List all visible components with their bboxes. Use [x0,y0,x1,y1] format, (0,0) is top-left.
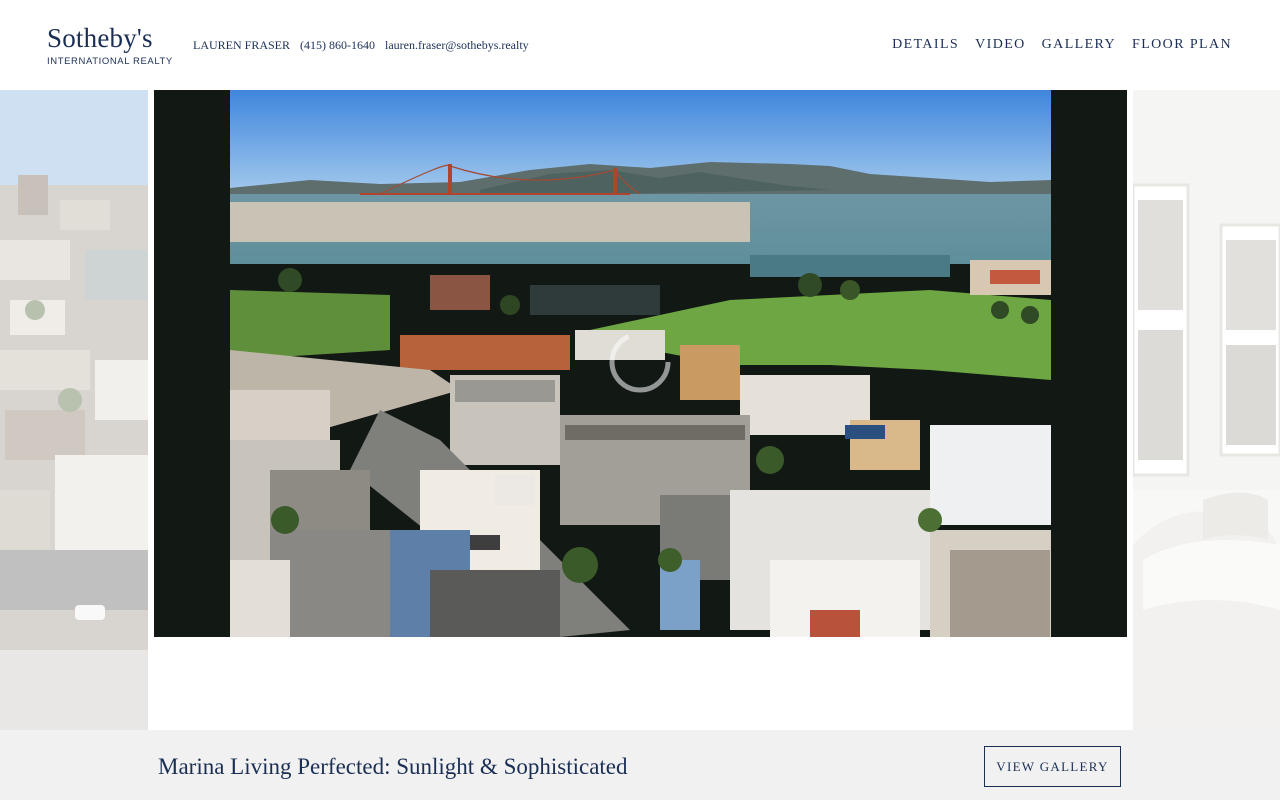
agent-contact: LAUREN FRASER (415) 860-1640 lauren.fras… [193,38,536,53]
agent-name: LAUREN FRASER [193,38,291,52]
agent-phone[interactable]: (415) 860-1640 [300,38,375,52]
main-nav: DETAILS VIDEO GALLERY FLOOR PLAN [892,37,1232,53]
site-header: Sotheby's INTERNATIONAL REALTY LAUREN FR… [0,0,1280,90]
nav-video[interactable]: VIDEO [975,37,1026,53]
nav-details[interactable]: DETAILS [892,37,959,53]
aerial-marina-photo[interactable] [230,90,1051,637]
logo-wordmark: Sotheby's [47,23,153,53]
listing-title: Marina Living Perfected: Sunlight & Soph… [158,754,628,779]
nav-gallery[interactable]: GALLERY [1042,37,1116,53]
previous-photo[interactable] [0,90,148,730]
gallery-carousel [0,90,1280,730]
next-photo[interactable] [1133,90,1280,730]
sothebys-logo[interactable]: Sotheby's INTERNATIONAL REALTY [47,24,173,67]
logo-subtitle: INTERNATIONAL REALTY [47,56,173,67]
agent-email[interactable]: lauren.fraser@sothebys.realty [385,38,529,52]
view-gallery-button[interactable]: VIEW GALLERY [984,746,1121,787]
nav-floor-plan[interactable]: FLOOR PLAN [1132,37,1232,53]
listing-bar: Marina Living Perfected: Sunlight & Soph… [0,730,1280,800]
